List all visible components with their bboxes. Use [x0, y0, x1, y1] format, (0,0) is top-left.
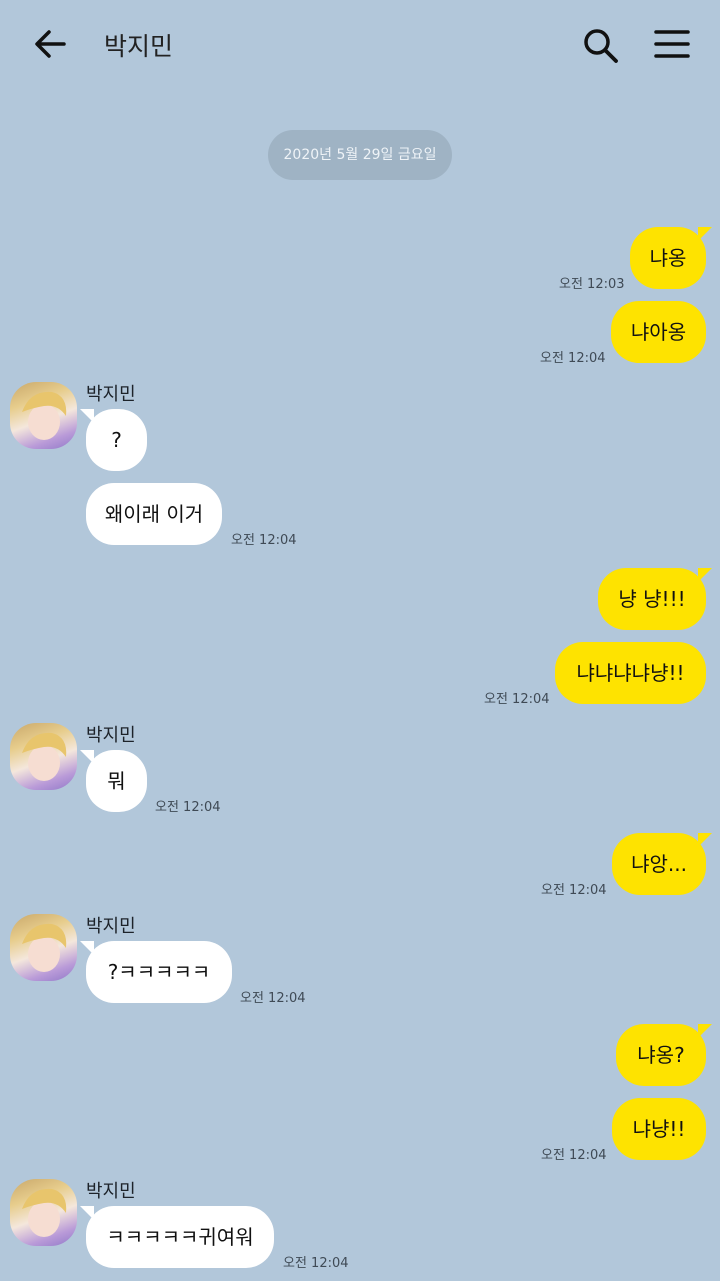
friend-message-bubble[interactable]: ? — [80, 409, 147, 471]
menu-button[interactable] — [650, 26, 692, 64]
arrow-left-icon — [35, 30, 66, 58]
sender-name: 박지민 — [86, 725, 136, 746]
message-time: 오전 12:04 — [240, 991, 306, 1006]
my-message-bubble[interactable]: 냐앙... — [612, 833, 712, 895]
friend-message-bubble[interactable]: ㅋㅋㅋㅋㅋ귀여워 — [80, 1206, 274, 1268]
search-icon — [584, 29, 618, 63]
chat-title: 박지민 — [104, 32, 174, 61]
profile-photo — [22, 732, 67, 781]
message-time: 오전 12:03 — [559, 277, 625, 292]
message-time: 오전 12:04 — [231, 533, 297, 548]
message-time: 오전 12:04 — [541, 883, 607, 898]
message-time: 오전 12:04 — [540, 351, 606, 366]
friend-message-bubble[interactable]: ?ㅋㅋㅋㅋㅋ — [80, 941, 232, 1003]
my-message-bubble[interactable]: 냐아옹 — [611, 301, 706, 363]
my-message-bubble[interactable]: 냐냥!! — [612, 1098, 706, 1160]
friend-avatar[interactable] — [10, 1179, 77, 1246]
my-message-bubble[interactable]: 냐옹? — [616, 1024, 712, 1086]
back-button[interactable] — [28, 24, 72, 64]
chat-header: 박지민 — [0, 0, 720, 88]
search-button[interactable] — [580, 26, 622, 66]
friend-message-bubble[interactable]: 뭐 — [80, 750, 147, 812]
hamburger-menu-icon — [654, 30, 690, 58]
my-message-bubble[interactable]: 냥 냥!!! — [598, 568, 712, 630]
profile-photo — [22, 391, 67, 440]
profile-photo — [22, 1188, 67, 1237]
my-message-bubble[interactable]: 냐옹 — [630, 227, 712, 289]
friend-avatar[interactable] — [10, 723, 77, 790]
friend-avatar[interactable] — [10, 914, 77, 981]
message-time: 오전 12:04 — [541, 1148, 607, 1163]
date-divider: 2020년 5월 29일 금요일 — [268, 130, 452, 180]
message-time: 오전 12:04 — [484, 692, 550, 707]
friend-avatar[interactable] — [10, 382, 77, 449]
sender-name: 박지민 — [86, 916, 136, 937]
profile-photo — [22, 923, 67, 972]
sender-name: 박지민 — [86, 384, 136, 405]
sender-name: 박지민 — [86, 1181, 136, 1202]
message-time: 오전 12:04 — [155, 800, 221, 815]
friend-message-bubble[interactable]: 왜이래 이거 — [86, 483, 222, 545]
message-time: 오전 12:04 — [283, 1256, 349, 1271]
my-message-bubble[interactable]: 냐냐냐냐냥!! — [555, 642, 706, 704]
